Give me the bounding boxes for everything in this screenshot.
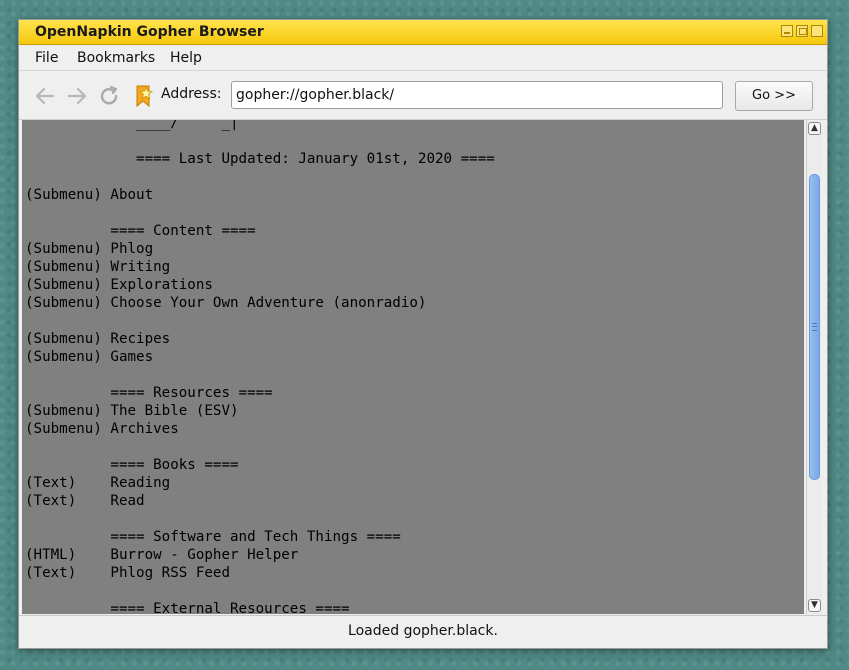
window-controls xyxy=(781,25,823,37)
scroll-up-icon[interactable]: ▲ xyxy=(808,122,821,135)
scroll-grip-icon xyxy=(812,323,817,331)
address-input[interactable] xyxy=(231,81,723,109)
minimize-icon[interactable] xyxy=(781,25,793,37)
gopher-menu-listing: ____/ _| ==== Last Updated: January 01st… xyxy=(25,120,495,614)
gopher-info-line xyxy=(25,168,495,186)
gopher-info-line: ==== Last Updated: January 01st, 2020 ==… xyxy=(25,151,495,167)
back-arrow-icon[interactable] xyxy=(33,84,57,108)
gopher-info-line: ____/ _| xyxy=(25,120,239,131)
gopher-info-line xyxy=(25,438,495,456)
gopher-info-line xyxy=(25,510,495,528)
gopher-menu-item[interactable]: (Submenu) Games xyxy=(25,348,495,366)
menu-bookmarks[interactable]: Bookmarks xyxy=(77,50,155,66)
gopher-info-line xyxy=(25,204,495,222)
gopher-menu-item[interactable]: (Text) Phlog RSS Feed xyxy=(25,564,495,582)
gopher-menu-item[interactable]: (Submenu) The Bible (ESV) xyxy=(25,402,495,420)
gopher-menu-item[interactable]: (Submenu) Writing xyxy=(25,258,495,276)
gopher-info-line xyxy=(25,132,495,150)
gopher-menu-item[interactable]: (HTML) Burrow - Gopher Helper xyxy=(25,546,495,564)
gopher-menu-item[interactable]: (Text) Read xyxy=(25,492,495,510)
menu-help[interactable]: Help xyxy=(170,50,202,66)
menu-file[interactable]: File xyxy=(35,50,58,66)
maximize-icon[interactable] xyxy=(796,25,808,37)
gopher-info-line xyxy=(25,366,495,384)
gopher-info-line: ==== Resources ==== xyxy=(25,385,273,401)
browser-window: OpenNapkin Gopher Browser File Bookmarks… xyxy=(18,19,828,649)
bookmark-star-icon[interactable] xyxy=(132,84,156,108)
gopher-menu-item[interactable]: (Submenu) Phlog xyxy=(25,240,495,258)
gopher-info-line: ==== Books ==== xyxy=(25,457,239,473)
title-bar[interactable]: OpenNapkin Gopher Browser xyxy=(19,20,827,45)
forward-arrow-icon[interactable] xyxy=(65,84,89,108)
gopher-menu-item[interactable]: (Submenu) Archives xyxy=(25,420,495,438)
gopher-info-line xyxy=(25,582,495,600)
go-button[interactable]: Go >> xyxy=(735,81,813,111)
gopher-info-line: ==== External Resources ==== xyxy=(25,601,350,614)
gopher-menu-item[interactable]: (Submenu) About xyxy=(25,186,495,204)
close-icon[interactable] xyxy=(811,25,823,37)
reload-icon[interactable] xyxy=(97,84,121,108)
gopher-menu-item[interactable]: (Text) Reading xyxy=(25,474,495,492)
gopher-menu-item[interactable]: (Submenu) Explorations xyxy=(25,276,495,294)
window-title: OpenNapkin Gopher Browser xyxy=(35,24,264,40)
gopher-info-line xyxy=(25,312,495,330)
status-bar: Loaded gopher.black. xyxy=(19,615,827,648)
gopher-info-line: ==== Content ==== xyxy=(25,223,256,239)
gopher-menu-item[interactable]: (Submenu) Recipes xyxy=(25,330,495,348)
scroll-thumb[interactable] xyxy=(809,174,820,480)
vertical-scrollbar[interactable]: ▲ ▼ xyxy=(806,120,822,614)
address-label: Address: xyxy=(161,86,222,102)
scroll-down-icon[interactable]: ▼ xyxy=(808,599,821,612)
gopher-menu-item[interactable]: (Submenu) Choose Your Own Adventure (ano… xyxy=(25,294,495,312)
gopher-info-line: ==== Software and Tech Things ==== xyxy=(25,529,401,545)
gopher-content-view[interactable]: ____/ _| ==== Last Updated: January 01st… xyxy=(22,120,804,614)
menu-bar: File Bookmarks Help xyxy=(19,45,827,71)
toolbar: Address: Go >> xyxy=(19,71,827,120)
